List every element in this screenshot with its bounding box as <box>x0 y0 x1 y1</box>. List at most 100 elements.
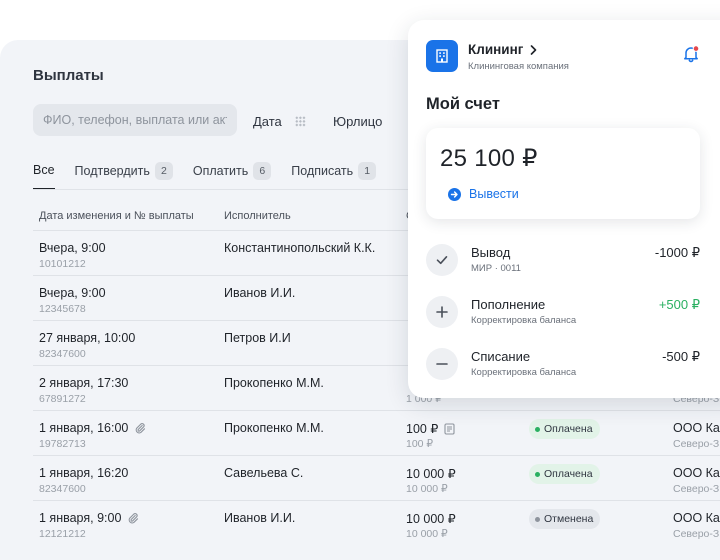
transaction-title: Списание <box>471 349 531 364</box>
tab-count-badge: 6 <box>253 162 272 180</box>
transaction-amount: -1000 ₽ <box>654 245 700 260</box>
tab-all[interactable]: Все <box>33 162 55 190</box>
row-amount: 100 ₽ <box>406 421 455 436</box>
balance-amount: 25 100 ₽ <box>440 145 538 172</box>
status-dot <box>535 471 540 477</box>
search-input[interactable] <box>33 104 237 136</box>
tab-label: Подписать <box>291 164 354 178</box>
table-row[interactable]: 1 января, 16:00 19782713 Прокопенко М.М. 10… <box>33 410 720 455</box>
row-payout-id: 82347600 <box>39 348 86 360</box>
transaction-amount: -500 ₽ <box>662 349 700 364</box>
calendar-grid-icon[interactable] <box>295 116 306 127</box>
row-payout-id: 12121212 <box>39 528 86 540</box>
transaction-amount: +500 ₽ <box>658 297 700 312</box>
tab-sign[interactable]: Подписать 1 <box>291 162 377 190</box>
bell-icon[interactable] <box>682 45 700 63</box>
row-date-text: Вчера, 9:00 <box>39 286 106 300</box>
balance-card: 25 100 ₽ Вывести <box>426 128 700 219</box>
company-name: Клининг <box>468 42 524 57</box>
column-header-date[interactable]: Дата изменения и № выплаты <box>39 210 194 222</box>
minus-icon <box>426 348 458 380</box>
status-badge: Оплачена <box>529 419 600 439</box>
tab-label: Подтвердить <box>74 164 150 178</box>
tab-pay[interactable]: Оплатить 6 <box>192 162 272 190</box>
row-date-text: 1 января, 9:00 <box>39 511 122 525</box>
row-date: Вчера, 9:00 <box>39 286 106 300</box>
row-city: Северо-З <box>673 483 720 495</box>
row-organization: ООО Ка <box>673 511 720 525</box>
row-date-text: 27 января, 10:00 <box>39 331 136 345</box>
row-amount-text: 100 ₽ <box>406 422 439 436</box>
tab-count-badge: 2 <box>154 162 173 180</box>
status-text: Отменена <box>544 513 594 525</box>
row-date-text: Вчера, 9:00 <box>39 241 106 255</box>
tabs: Все Подтвердить 2 Оплатить 6 Подписать 1 <box>33 162 396 190</box>
row-date: 27 января, 10:00 <box>39 331 135 345</box>
row-date: Вчера, 9:00 <box>39 241 106 255</box>
paperclip-icon[interactable] <box>127 512 139 524</box>
column-header-executor[interactable]: Исполнитель <box>224 210 291 222</box>
row-date: 1 января, 16:00 <box>39 421 146 435</box>
status-text: Оплачена <box>544 468 593 480</box>
row-executor: Прокопенко М.М. <box>224 421 324 435</box>
row-organization: ООО Ка <box>673 466 720 480</box>
row-date-text: 1 января, 16:00 <box>39 421 129 435</box>
tab-label: Оплатить <box>192 164 249 178</box>
row-payout-id: 67891272 <box>39 393 86 405</box>
row-date: 2 января, 17:30 <box>39 376 128 390</box>
status-badge: Отменена <box>529 509 601 529</box>
transaction-subtitle: МИР · 0011 <box>471 263 521 274</box>
row-city: Северо-З <box>673 528 720 540</box>
row-executor: Петров И.И <box>224 331 291 345</box>
date-filter[interactable]: Дата <box>253 114 282 129</box>
status-text: Оплачена <box>544 423 593 435</box>
transaction-item[interactable]: Вывод МИР · 0011 -1000 ₽ <box>426 242 706 282</box>
account-card: Клининг Клининговая компания Мой счет 25… <box>408 20 720 398</box>
withdraw-label: Вывести <box>469 187 519 201</box>
row-payout-id: 12345678 <box>39 303 86 315</box>
transaction-item[interactable]: Пополнение Корректировка баланса +500 ₽ <box>426 294 706 334</box>
status-dot <box>535 426 540 432</box>
building-icon[interactable] <box>426 40 458 72</box>
tab-count-badge: 1 <box>358 162 377 180</box>
transaction-item[interactable]: Списание Корректировка баланса -500 ₽ <box>426 346 706 386</box>
row-organization: ООО Ка <box>673 421 720 435</box>
paperclip-icon[interactable] <box>134 422 146 434</box>
table-row[interactable]: 1 января, 9:00 12121212 Иванов И.И. 10 000 … <box>33 500 720 545</box>
transaction-title: Пополнение <box>471 297 546 312</box>
row-executor: Иванов И.И. <box>224 286 296 300</box>
status-badge: Оплачена <box>529 464 600 484</box>
row-executor: Савельева С. <box>224 466 304 480</box>
status-dot <box>535 516 540 522</box>
company-type: Клининговая компания <box>468 61 569 72</box>
entity-filter[interactable]: Юрлицо <box>333 114 382 129</box>
row-payout-id: 19782713 <box>39 438 86 450</box>
row-date: 1 января, 16:20 <box>39 466 128 480</box>
row-amount-text: 10 000 ₽ <box>406 467 456 481</box>
row-amount-text: 10 000 ₽ <box>406 512 456 526</box>
withdraw-button[interactable]: Вывести <box>448 187 519 201</box>
row-payout-id: 82347600 <box>39 483 86 495</box>
row-executor: Константинопольский К.К. <box>224 241 376 255</box>
company-switcher[interactable]: Клининг <box>468 42 537 57</box>
transaction-subtitle: Корректировка баланса <box>471 315 577 326</box>
row-amount-sub: 100 ₽ <box>406 438 434 450</box>
row-payout-id: 10101212 <box>39 258 86 270</box>
tab-label: Все <box>33 163 55 177</box>
arrow-right-icon <box>448 187 461 201</box>
transaction-subtitle: Корректировка баланса <box>471 367 577 378</box>
row-city: Северо-З <box>673 438 720 450</box>
row-amount-sub: 10 000 ₽ <box>406 483 448 495</box>
check-icon <box>426 244 458 276</box>
table-row[interactable]: 1 января, 16:20 82347600 Савельева С. 10 00… <box>33 455 720 500</box>
row-amount: 10 000 ₽ <box>406 511 456 526</box>
row-date: 1 января, 9:00 <box>39 511 139 525</box>
transaction-title: Вывод <box>471 245 511 260</box>
tab-confirm[interactable]: Подтвердить 2 <box>75 162 173 190</box>
row-date-text: 1 января, 16:20 <box>39 466 129 480</box>
row-executor: Иванов И.И. <box>224 511 296 525</box>
row-amount: 10 000 ₽ <box>406 466 456 481</box>
page-title: Выплаты <box>33 67 104 84</box>
document-icon[interactable] <box>444 422 455 435</box>
account-title: Мой счет <box>426 95 500 113</box>
